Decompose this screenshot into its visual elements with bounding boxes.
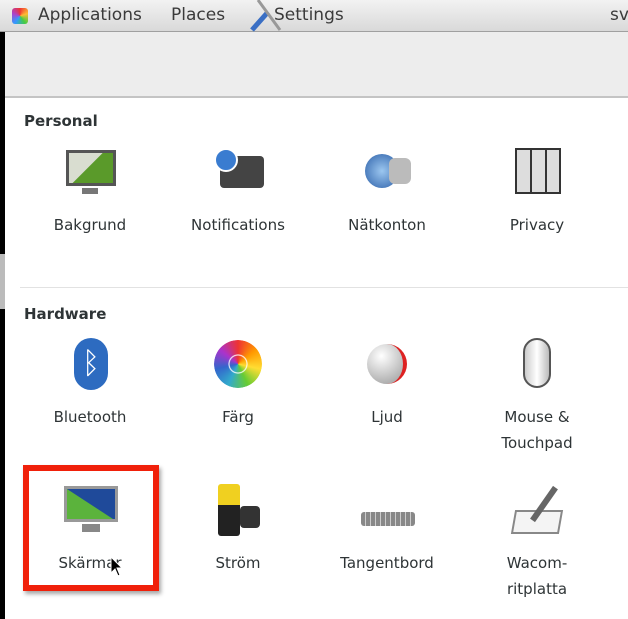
window-edge	[0, 32, 5, 619]
online-accounts-icon	[361, 146, 413, 198]
item-notifications[interactable]: Notifications	[168, 146, 308, 238]
tablet-icon	[510, 484, 564, 536]
item-mouse-touchpad[interactable]: Mouse & Touchpad	[467, 338, 607, 456]
settings-menu[interactable]: Settings	[274, 5, 344, 25]
applications-logo-icon	[12, 8, 28, 24]
item-natkonton[interactable]: Nätkonton	[317, 146, 457, 238]
sound-icon	[361, 338, 413, 390]
header-bar	[5, 32, 628, 98]
applications-menu[interactable]: Applications	[38, 5, 142, 25]
power-icon	[212, 484, 264, 536]
user-menu[interactable]: sv	[610, 5, 628, 25]
mouse-cursor-icon	[110, 556, 124, 577]
background-icon	[64, 146, 116, 198]
bluetooth-icon: ᛒ	[64, 338, 116, 390]
privacy-icon	[511, 146, 563, 198]
section-personal: Personal	[24, 112, 98, 130]
section-divider	[20, 287, 628, 288]
item-privacy[interactable]: Privacy	[467, 146, 607, 238]
item-bakgrund[interactable]: Bakgrund	[20, 146, 160, 238]
places-menu[interactable]: Places	[171, 5, 225, 25]
color-icon	[212, 338, 264, 390]
section-hardware: Hardware	[24, 305, 107, 323]
item-bluetooth[interactable]: ᛒ Bluetooth	[20, 338, 160, 430]
top-panel: Applications Places Settings sv	[0, 0, 628, 32]
item-tangentbord[interactable]: Tangentbord	[317, 484, 457, 576]
item-farg[interactable]: Färg	[168, 338, 308, 430]
keyboard-icon	[361, 484, 415, 536]
highlight-box	[23, 465, 159, 591]
item-wacom[interactable]: Wacom- ritplatta	[467, 484, 607, 602]
mouse-icon	[511, 338, 563, 390]
item-ljud[interactable]: Ljud	[317, 338, 457, 430]
notifications-icon	[212, 146, 264, 198]
item-strom[interactable]: Ström	[168, 484, 308, 576]
